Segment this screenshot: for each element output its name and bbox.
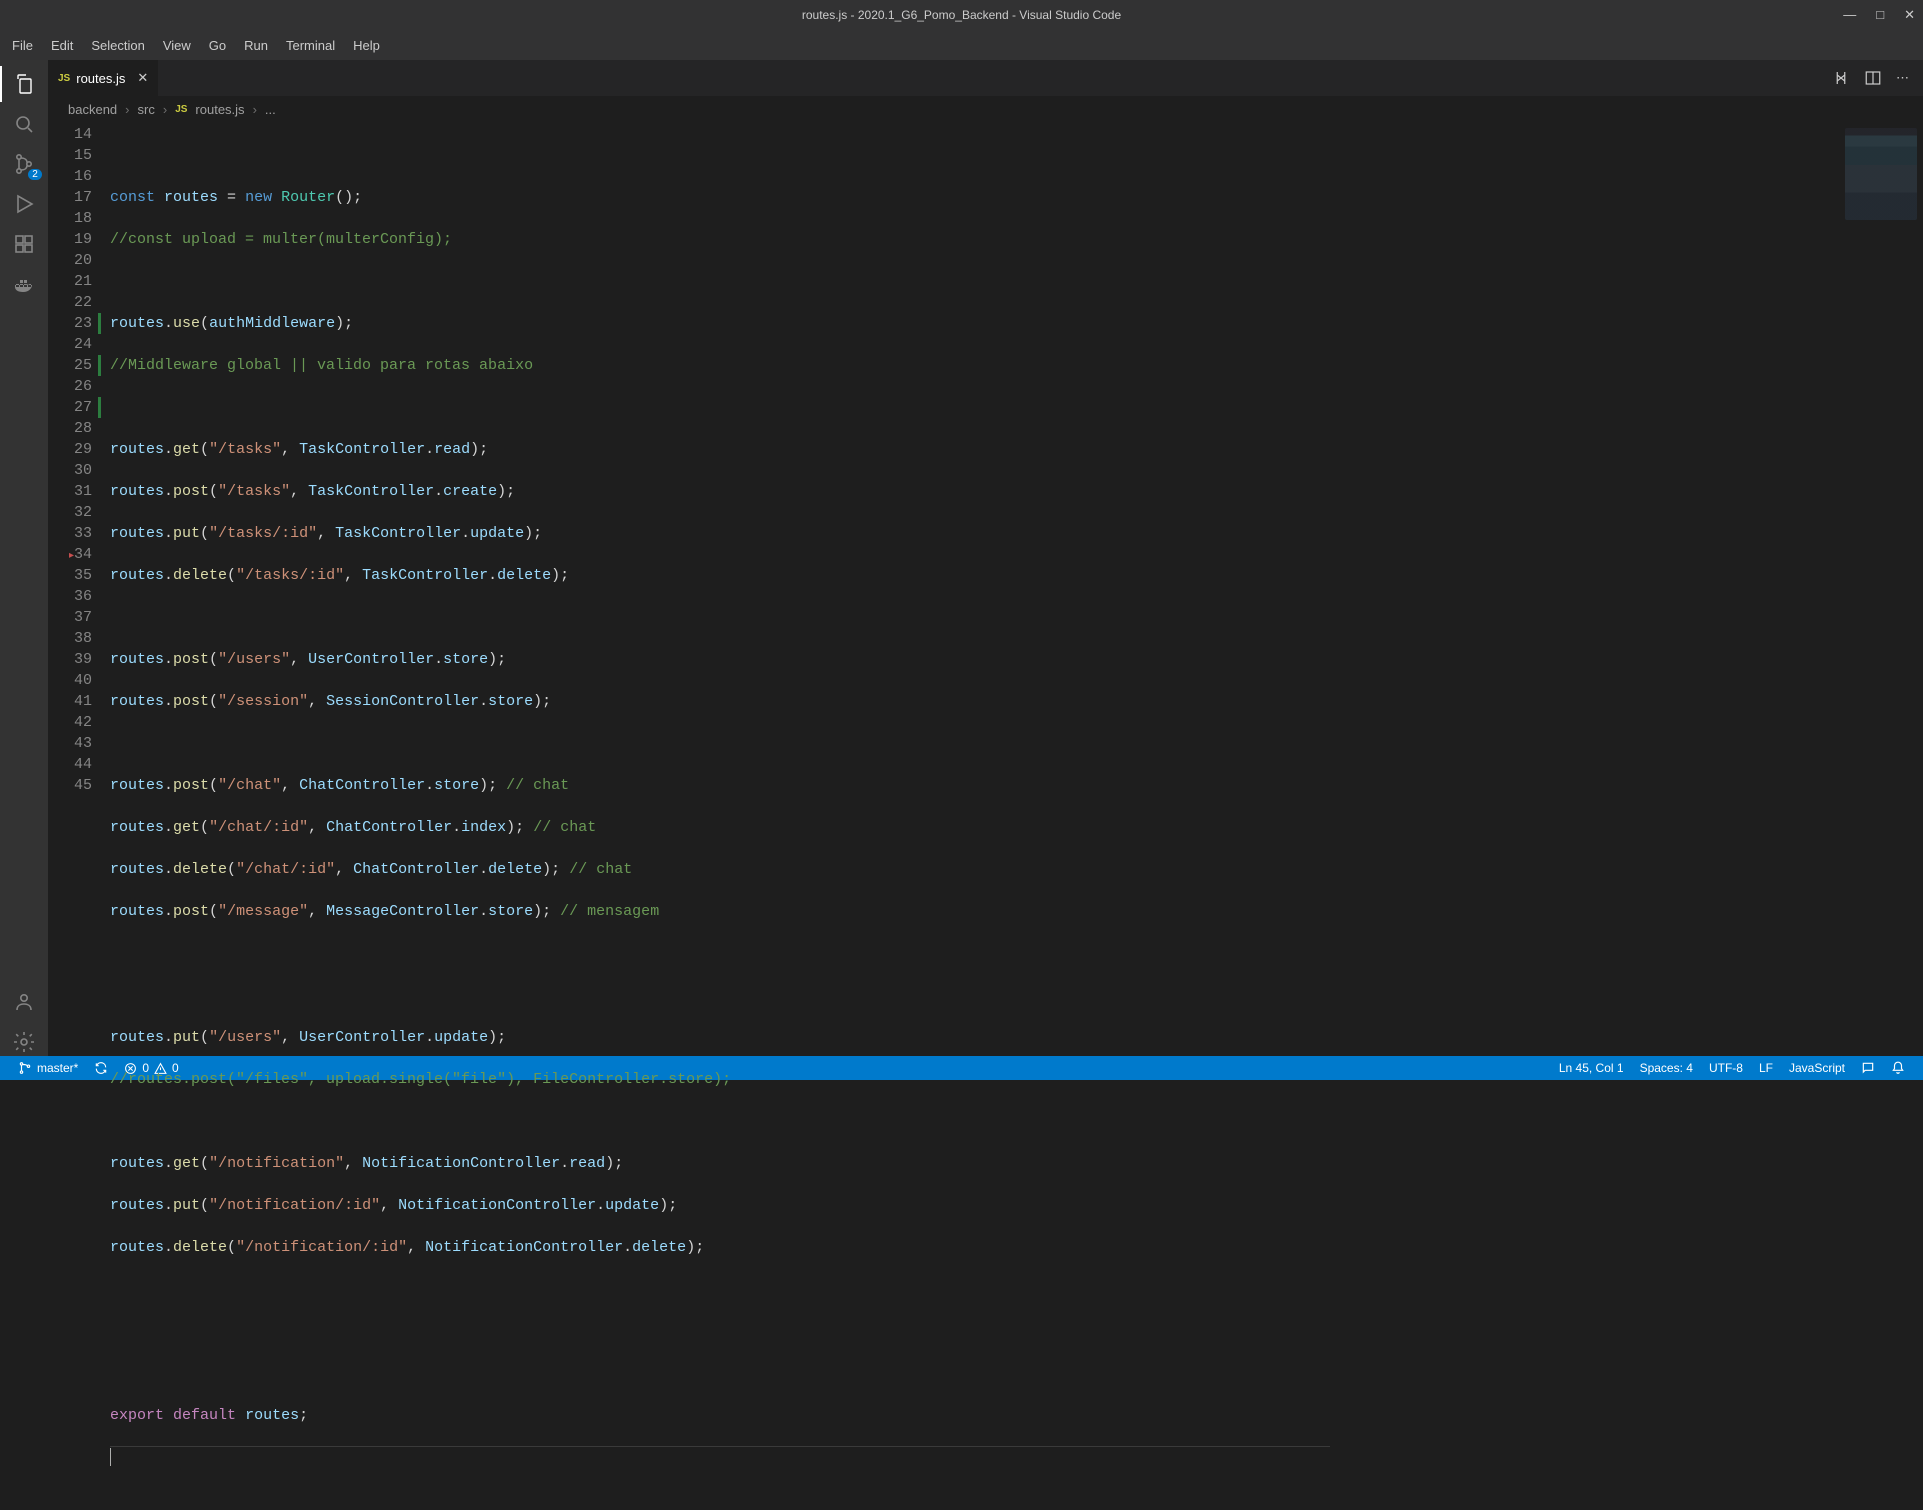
minimize-icon[interactable]: ― <box>1843 7 1856 23</box>
editor-region: JS routes.js ✕ ⋯ backend › src › JS rout… <box>48 60 1923 1056</box>
tab-routes-js[interactable]: JS routes.js ✕ <box>48 60 159 96</box>
menu-edit[interactable]: Edit <box>43 34 81 57</box>
menu-bar: File Edit Selection View Go Run Terminal… <box>0 30 1923 60</box>
accounts-icon[interactable] <box>10 988 38 1016</box>
run-debug-icon[interactable] <box>10 190 38 218</box>
settings-gear-icon[interactable] <box>10 1028 38 1056</box>
scm-badge: 2 <box>28 169 42 180</box>
source-control-icon[interactable]: 2 <box>10 150 38 178</box>
minimap-thumb[interactable] <box>1845 128 1917 220</box>
line-gutter: 14 15 16 17 18 19 20 21 22 23 24 25 26 2… <box>48 122 110 1056</box>
explorer-icon[interactable] <box>10 70 38 98</box>
crumb-backend[interactable]: backend <box>68 102 117 117</box>
window-title: routes.js - 2020.1_G6_Pomo_Backend - Vis… <box>802 8 1121 22</box>
more-actions-icon[interactable]: ⋯ <box>1896 70 1909 86</box>
breadcrumbs[interactable]: backend › src › JS routes.js › ... <box>48 96 1923 122</box>
extensions-icon[interactable] <box>10 230 38 258</box>
menu-go[interactable]: Go <box>201 34 234 57</box>
docker-icon[interactable] <box>10 270 38 298</box>
menu-file[interactable]: File <box>4 34 41 57</box>
chevron-right-icon: › <box>253 102 257 117</box>
editor-tabs: JS routes.js ✕ ⋯ <box>48 60 1923 96</box>
status-branch[interactable]: master* <box>10 1056 86 1080</box>
crumb-src[interactable]: src <box>138 102 155 117</box>
tab-close-icon[interactable]: ✕ <box>137 70 148 86</box>
chevron-right-icon: › <box>163 102 167 117</box>
tab-label: routes.js <box>76 71 125 86</box>
js-file-icon: JS <box>58 73 70 84</box>
code-content[interactable]: const routes = new Router(); //const upl… <box>110 122 1835 1056</box>
crumb-symbol[interactable]: ... <box>265 102 276 117</box>
menu-run[interactable]: Run <box>236 34 276 57</box>
title-bar: routes.js - 2020.1_G6_Pomo_Backend - Vis… <box>0 0 1923 30</box>
compare-changes-icon[interactable] <box>1832 69 1850 87</box>
minimap[interactable] <box>1835 122 1923 1056</box>
activity-bar: 2 <box>0 60 48 1056</box>
status-bell-icon[interactable] <box>1883 1061 1913 1075</box>
chevron-right-icon: › <box>125 102 129 117</box>
menu-selection[interactable]: Selection <box>83 34 152 57</box>
text-cursor <box>110 1448 111 1466</box>
js-file-icon: JS <box>175 104 187 115</box>
status-feedback-icon[interactable] <box>1853 1061 1883 1075</box>
menu-help[interactable]: Help <box>345 34 388 57</box>
menu-view[interactable]: View <box>155 34 199 57</box>
close-icon[interactable]: ✕ <box>1904 7 1915 23</box>
split-editor-icon[interactable] <box>1864 69 1882 87</box>
search-icon[interactable] <box>10 110 38 138</box>
menu-terminal[interactable]: Terminal <box>278 34 343 57</box>
crumb-file[interactable]: routes.js <box>195 102 244 117</box>
maximize-icon[interactable]: □ <box>1876 7 1884 23</box>
code-editor[interactable]: 14 15 16 17 18 19 20 21 22 23 24 25 26 2… <box>48 122 1923 1056</box>
